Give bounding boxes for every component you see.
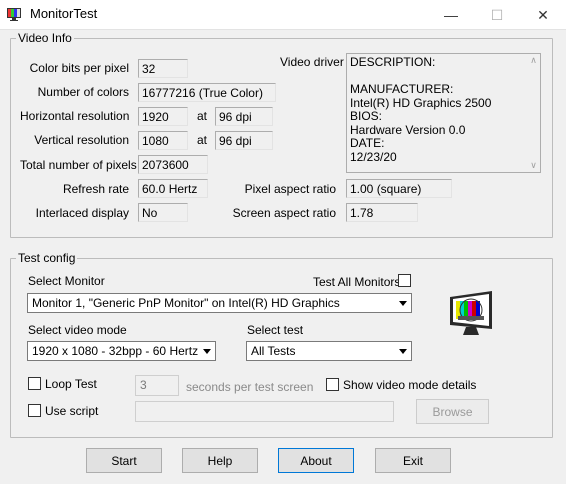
- exit-button[interactable]: Exit: [375, 448, 451, 473]
- video-driver-line: MANUFACTURER:: [350, 82, 454, 96]
- scroll-down-icon[interactable]: ∨: [530, 159, 537, 173]
- test-pattern-monitor-icon: [450, 291, 492, 335]
- chevron-down-icon[interactable]: [394, 342, 411, 360]
- video-driver-line: DATE:: [350, 136, 385, 150]
- about-button[interactable]: About: [278, 448, 354, 473]
- video-driver-line: [350, 70, 537, 84]
- color-bits-label: Color bits per pixel: [29, 61, 129, 75]
- video-driver-scrollbar[interactable]: ∧ ∨: [527, 54, 540, 172]
- screen-aspect-value: 1.78: [346, 203, 418, 222]
- loop-test-label[interactable]: Loop Test: [45, 377, 97, 391]
- horizontal-resolution-value: 1920: [138, 107, 188, 126]
- horizontal-at-label: at: [197, 109, 208, 123]
- maximize-icon: ☐: [490, 6, 504, 23]
- close-button[interactable]: ✕: [520, 0, 566, 30]
- monitor-select[interactable]: Monitor 1, "Generic PnP Monitor" on Inte…: [27, 293, 412, 313]
- scroll-up-icon[interactable]: ∧: [530, 54, 537, 68]
- num-colors-value: 16777216 (True Color): [138, 83, 276, 102]
- chevron-down-icon[interactable]: [198, 342, 215, 360]
- vertical-dpi-value: 96 dpi: [215, 131, 273, 150]
- monitor-test-icon: [7, 8, 21, 21]
- color-bits-value: 32: [138, 59, 188, 78]
- interlaced-label: Interlaced display: [35, 206, 129, 220]
- video-driver-memo[interactable]: DESCRIPTION: MANUFACTURER: Intel(R) HD G…: [346, 53, 541, 173]
- interlaced-value: No: [138, 203, 188, 222]
- test-config-group-label: Test config: [16, 251, 78, 265]
- window-title: MonitorTest: [30, 6, 98, 21]
- script-path-input[interactable]: [135, 401, 394, 422]
- use-script-label[interactable]: Use script: [45, 404, 98, 418]
- video-driver-line: BIOS:: [350, 109, 383, 123]
- refresh-rate-label: Refresh rate: [62, 182, 129, 196]
- total-pixels-value: 2073600: [138, 155, 208, 174]
- loop-seconds-input[interactable]: 3: [135, 375, 179, 396]
- loop-test-checkbox[interactable]: [28, 377, 41, 390]
- test-all-monitors-checkbox[interactable]: [398, 274, 411, 287]
- seconds-per-test-label: seconds per test screen: [186, 380, 314, 394]
- use-script-checkbox[interactable]: [28, 404, 41, 417]
- maximize-button[interactable]: ☐: [474, 0, 520, 30]
- vertical-resolution-label: Vertical resolution: [34, 133, 129, 147]
- show-details-label[interactable]: Show video mode details: [343, 378, 476, 392]
- title-bar: MonitorTest — ☐ ✕: [0, 0, 566, 30]
- start-button[interactable]: Start: [86, 448, 162, 473]
- video-driver-line: DESCRIPTION:: [350, 55, 436, 69]
- horizontal-resolution-label: Horizontal resolution: [20, 109, 130, 123]
- select-monitor-label: Select Monitor: [28, 274, 105, 288]
- num-colors-label: Number of colors: [37, 85, 129, 99]
- vertical-at-label: at: [197, 133, 208, 147]
- video-mode-select-value: 1920 x 1080 - 32bpp - 60 Hertz: [32, 344, 199, 358]
- video-driver-line: Hardware Version 0.0: [350, 122, 466, 137]
- browse-button[interactable]: Browse: [416, 399, 489, 424]
- pixel-aspect-label: Pixel aspect ratio: [244, 182, 336, 196]
- video-info-group-label: Video Info: [16, 31, 74, 45]
- horizontal-dpi-value: 96 dpi: [215, 107, 273, 126]
- test-select[interactable]: All Tests: [246, 341, 412, 361]
- show-details-checkbox[interactable]: [326, 378, 339, 391]
- select-video-mode-label: Select video mode: [28, 323, 127, 337]
- video-driver-label: Video driver: [280, 55, 344, 69]
- test-all-monitors-label: Test All Monitors: [313, 275, 401, 289]
- test-select-value: All Tests: [251, 344, 296, 358]
- minimize-button[interactable]: —: [428, 0, 474, 30]
- pixel-aspect-value: 1.00 (square): [346, 179, 452, 198]
- total-pixels-label: Total number of pixels: [20, 158, 137, 172]
- help-button[interactable]: Help: [182, 448, 258, 473]
- video-mode-select[interactable]: 1920 x 1080 - 32bpp - 60 Hertz: [27, 341, 216, 361]
- refresh-rate-value: 60.0 Hertz: [138, 179, 208, 198]
- chevron-down-icon[interactable]: [394, 294, 411, 312]
- video-driver-line: 12/23/20: [350, 149, 397, 164]
- monitor-select-value: Monitor 1, "Generic PnP Monitor" on Inte…: [32, 296, 340, 310]
- screen-aspect-label: Screen aspect ratio: [232, 206, 336, 220]
- video-driver-line: Intel(R) HD Graphics 2500: [350, 95, 492, 110]
- close-icon: ✕: [537, 6, 549, 23]
- minimize-icon: —: [444, 7, 458, 23]
- vertical-resolution-value: 1080: [138, 131, 188, 150]
- select-test-label: Select test: [247, 323, 304, 337]
